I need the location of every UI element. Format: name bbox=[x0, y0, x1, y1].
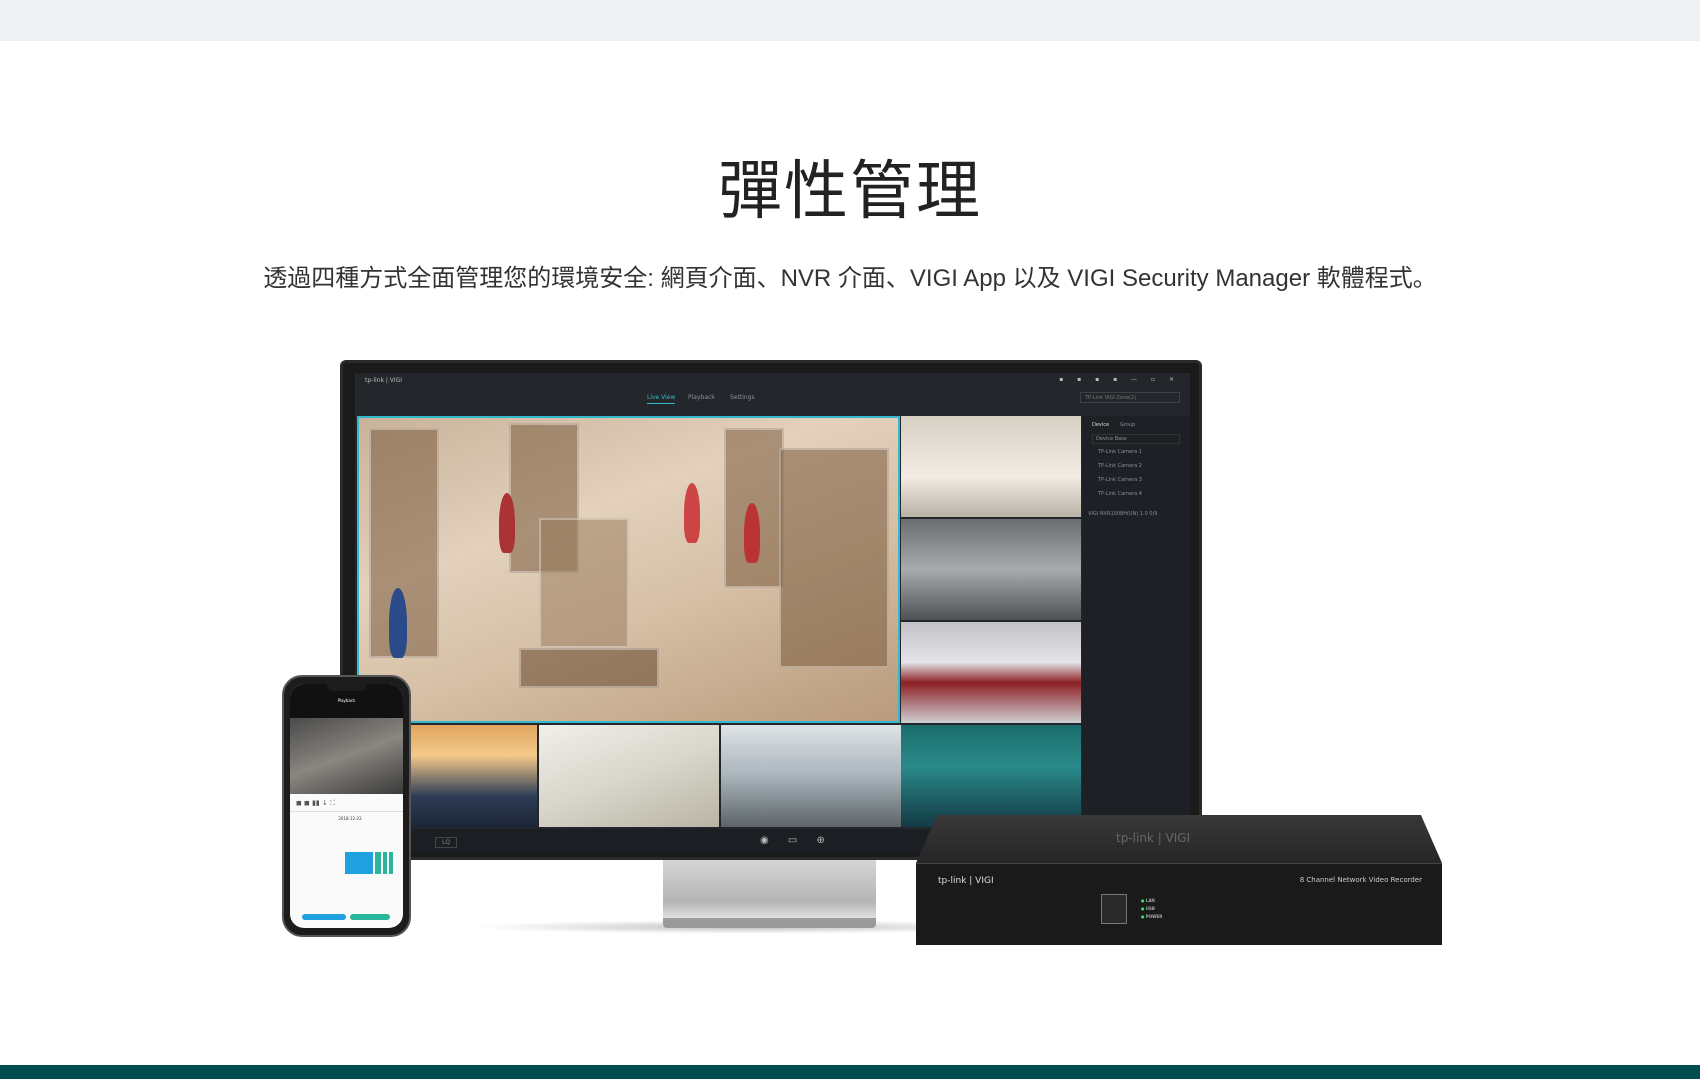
device-search-input[interactable]: Device Base bbox=[1092, 434, 1180, 444]
top-bar bbox=[0, 0, 1700, 41]
nvr-illustration: tp-link | VIGI tp-link | VIGI 8 Channel … bbox=[916, 815, 1442, 945]
camera-feed-main bbox=[357, 416, 900, 723]
monitor-illustration: tp-link | VIGI ▪ ▪ ▪ ▪ — ▫ ✕ Live View P… bbox=[340, 360, 1202, 860]
tab-playback[interactable]: Playback bbox=[688, 394, 715, 401]
vigi-security-manager-screen: tp-link | VIGI ▪ ▪ ▪ ▪ — ▫ ✕ Live View P… bbox=[355, 373, 1190, 853]
camera-feed-7 bbox=[721, 725, 901, 827]
app-tabs: Live View Playback Settings TP-Link VIGI… bbox=[355, 390, 1190, 406]
camera-feed-2 bbox=[901, 416, 1081, 517]
phone-playback-video bbox=[290, 718, 403, 794]
app-titlebar: tp-link | VIGI ▪ ▪ ▪ ▪ — ▫ ✕ bbox=[355, 373, 1190, 389]
phone-playback-controls: ◼ ◼ ▮▮ ↓ ⛶ bbox=[290, 796, 403, 812]
nvr-list-item[interactable]: VIGI NVR1008H(UN) 1.0 0/9 bbox=[1088, 511, 1157, 517]
nvr-front-panel: tp-link | VIGI 8 Channel Network Video R… bbox=[916, 863, 1442, 945]
nvr-front-logo: tp-link | VIGI bbox=[938, 876, 994, 886]
led-label: POWER bbox=[1145, 914, 1163, 919]
device-selector[interactable]: TP-Link VIGI Zone(2) bbox=[1080, 392, 1180, 403]
device-panel: Device Group Device Base TP-Link Camera … bbox=[1082, 416, 1190, 827]
phone-action-button[interactable] bbox=[350, 914, 390, 920]
visitor bbox=[499, 493, 515, 553]
display-case bbox=[539, 518, 629, 648]
nvr-model-label: 8 Channel Network Video Recorder bbox=[1299, 876, 1422, 884]
nvr-top: tp-link | VIGI bbox=[916, 815, 1442, 863]
vigi-app-screen: Playback ◼ ◼ ▮▮ ↓ ⛶ 2018-12-22 bbox=[290, 684, 403, 928]
phone-date: 2018-12-22 bbox=[338, 816, 362, 821]
bench bbox=[519, 648, 659, 688]
visitor bbox=[684, 483, 700, 543]
camera-list-item[interactable]: TP-Link Camera 1 bbox=[1098, 449, 1142, 455]
visitor bbox=[389, 588, 407, 658]
window-controls: ▪ ▪ ▪ ▪ — ▫ ✕ bbox=[1059, 376, 1180, 383]
footer-bar bbox=[0, 1065, 1700, 1079]
phone-illustration: Playback ◼ ◼ ▮▮ ↓ ⛶ 2018-12-22 bbox=[282, 675, 411, 937]
camera-feed-3 bbox=[901, 519, 1081, 620]
led-label: LAN bbox=[1145, 898, 1155, 903]
camera-list-item[interactable]: TP-Link Camera 3 bbox=[1098, 477, 1142, 483]
display-case bbox=[779, 448, 889, 668]
tab-device[interactable]: Device bbox=[1092, 422, 1109, 428]
timeline-segment bbox=[345, 852, 373, 874]
usb-port-icon bbox=[1101, 894, 1127, 924]
section-description: 透過四種方式全面管理您的環境安全: 網頁介面、NVR 介面、VIGI App 以… bbox=[263, 265, 1437, 292]
camera-list-item[interactable]: TP-Link Camera 4 bbox=[1098, 491, 1142, 497]
timeline-segment bbox=[389, 852, 393, 874]
camera-feed-4 bbox=[901, 622, 1081, 723]
snapshot-record-zoom-icons: ◉ ▭ ⊕ bbox=[760, 835, 833, 846]
stream-quality-button[interactable]: LQ bbox=[435, 837, 458, 848]
tab-settings[interactable]: Settings bbox=[730, 394, 755, 401]
led-label: USB bbox=[1145, 906, 1155, 911]
tab-group[interactable]: Group bbox=[1120, 422, 1135, 428]
app-brand: tp-link | VIGI bbox=[365, 377, 403, 384]
section-title: 彈性管理 bbox=[718, 155, 982, 229]
nvr-top-logo: tp-link | VIGI bbox=[1116, 831, 1191, 845]
timeline-segment bbox=[375, 852, 381, 874]
monitor-stand bbox=[663, 860, 876, 920]
phone-action-button[interactable] bbox=[302, 914, 346, 920]
camera-feed-8 bbox=[901, 725, 1081, 827]
camera-feed-6 bbox=[539, 725, 719, 827]
timeline-segment bbox=[383, 852, 387, 874]
tab-live-view[interactable]: Live View bbox=[647, 394, 676, 404]
nvr-status-leds: ● LAN ● USB ● POWER bbox=[1141, 898, 1163, 919]
visitor bbox=[744, 503, 760, 563]
camera-list-item[interactable]: TP-Link Camera 2 bbox=[1098, 463, 1142, 469]
monitor-stand-foot bbox=[663, 918, 876, 928]
phone-notch bbox=[327, 684, 367, 691]
